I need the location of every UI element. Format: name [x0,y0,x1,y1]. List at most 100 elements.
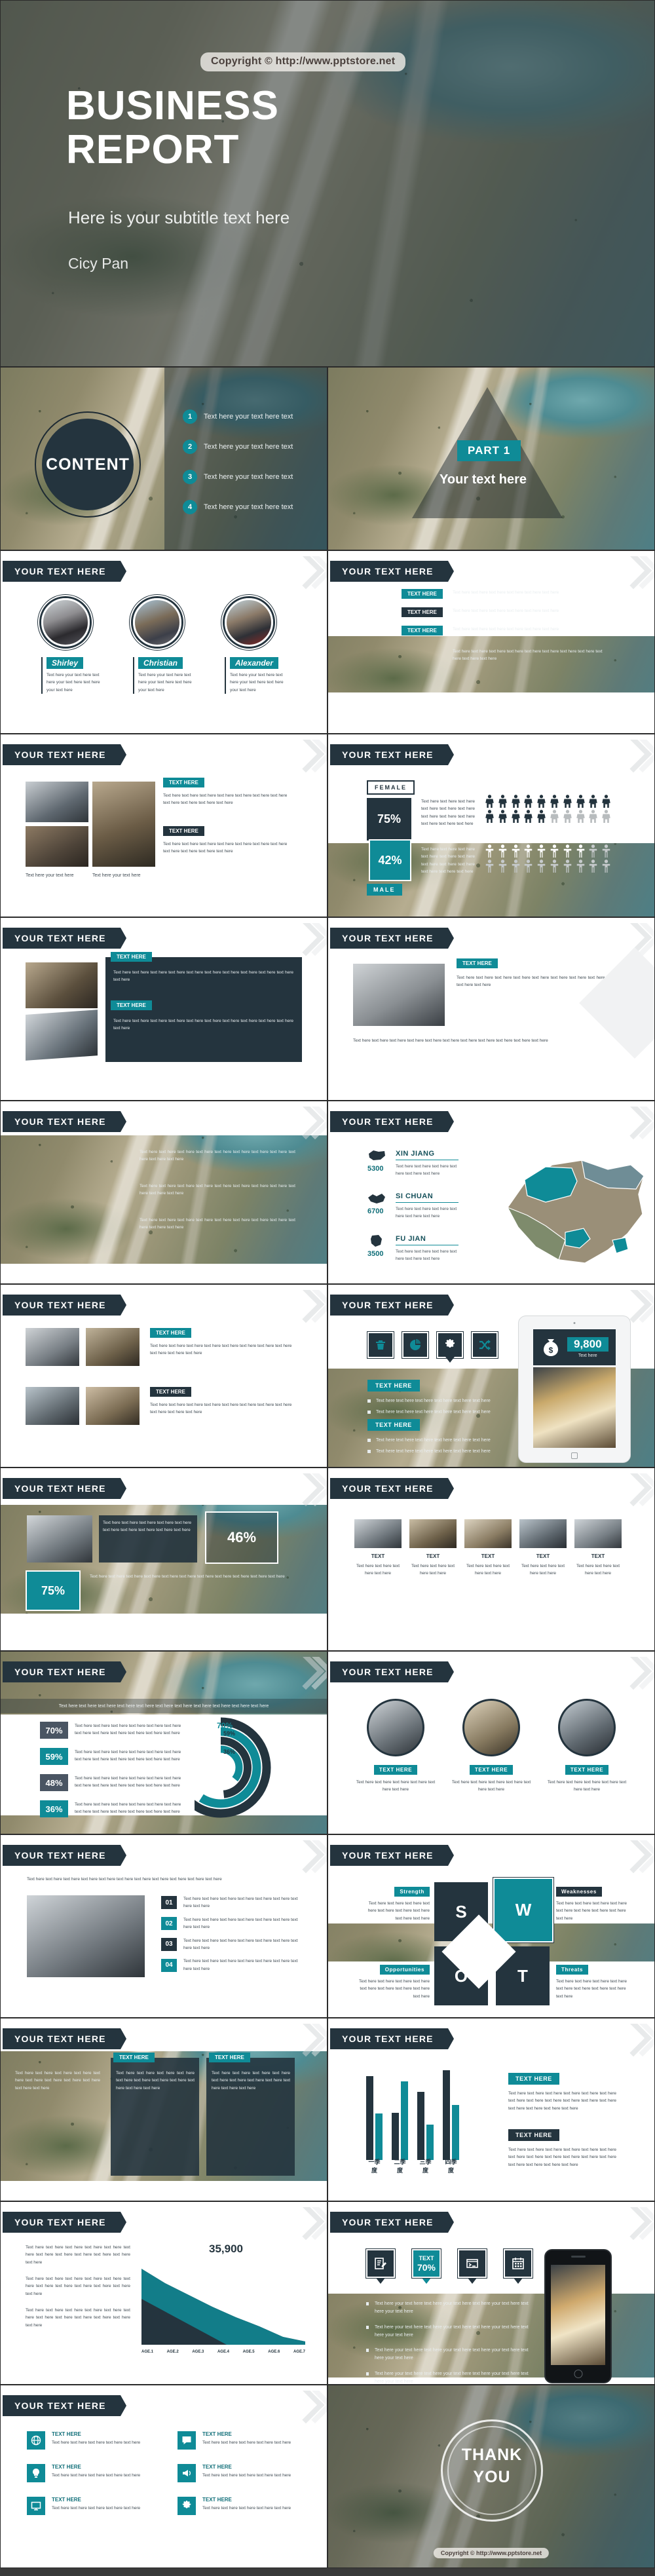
icon-item-5[interactable]: TEXT HERE Text here text here text here t… [27,2497,158,2515]
step-item-4[interactable]: 04 Text here text here text here text he… [161,1958,298,1973]
step-desc: Text here text here text here text here … [183,1917,298,1930]
china-map[interactable] [467,1142,654,1273]
money-caption: Text here [578,1353,597,1358]
content-item-number: 2 [183,440,197,454]
x-tick-label: 一季度 [368,2159,381,2174]
bar-group-q4 [443,2070,459,2160]
column-chip-1[interactable]: TEXT HERE [113,2053,155,2062]
team-member-3[interactable]: Alexander Text here your text here text … [225,598,290,694]
region-row-3[interactable]: 3500 [367,1234,386,1258]
card-4[interactable]: TEXT Text here text here text here text … [519,1519,567,1578]
panel-chip-2[interactable]: TEXT HERE [111,1000,152,1010]
circle-item-3[interactable]: TEXT HERE Text here text here text here … [547,1699,627,1794]
photo-cell-3[interactable] [26,1387,79,1425]
bar-group-q1 [366,2076,383,2160]
gear-icon-button[interactable] [436,1331,464,1363]
photo-thumb-2[interactable] [26,826,88,867]
slide-photo-grid: YOUR TEXT HERE TEXT HERE Text here text … [0,734,328,917]
four-photo-chip-2[interactable]: TEXT HERE [150,1387,191,1397]
panel-chip-1[interactable]: TEXT HERE [111,952,152,962]
steps-photo[interactable] [27,1895,145,1977]
icon-item-4[interactable]: TEXT HERE Text here text here text here t… [178,2464,309,2482]
swot-quadrant-w[interactable]: W [493,1878,553,1942]
icon-item-3[interactable]: TEXT HERE Text here text here text here t… [27,2464,158,2482]
circle-item-2[interactable]: TEXT HERE Text here text here text here … [451,1699,531,1794]
photo-thumb-skew[interactable] [26,1010,98,1061]
photo-grid-chip-2[interactable]: TEXT HERE [163,826,204,836]
step-desc: Text here text here text here text here … [183,1938,298,1950]
icon-item-1[interactable]: TEXT HERE Text here text here text here t… [27,2431,158,2450]
percent-badge-button[interactable]: TEXT 70% [411,2248,441,2284]
x-tick-label: AGE.6 [268,2350,280,2354]
slide-tag: YOUR TEXT HERE [3,744,126,765]
slide-tag: YOUR TEXT HERE [3,2028,126,2049]
content-item-4[interactable]: 4 Text here your text here text [183,500,293,514]
tablet-section-head-1[interactable]: TEXT HERE [367,1380,420,1392]
content-circle-label: CONTENT [42,419,134,510]
icon-item-6[interactable]: TEXT HERE Text here text here text here t… [178,2497,309,2515]
photo-cell-1[interactable] [26,1328,79,1366]
pct-chip-2: 59% [40,1748,68,1765]
chevron-decoration [289,1290,327,1328]
svg-text:$: $ [549,1346,553,1355]
band-text-strip: Text here text here text here text here … [1,1699,327,1713]
ppt-template-preview-sheet: Copyright © http://www.pptstore.net BUSI… [0,0,655,2568]
team-member-1[interactable]: Shirley Text here your text here text he… [41,598,107,694]
circle-item-1[interactable]: TEXT HERE Text here text here text here … [356,1699,436,1794]
tablet-bullet: Text here text here text here text here … [376,1438,491,1443]
edit-document-icon-button[interactable] [365,2248,396,2284]
chevron-decoration [616,1657,654,1695]
slide-tag: YOUR TEXT HERE [330,744,454,765]
diagram-chip-1[interactable]: TEXT HERE [402,589,443,599]
pie-chart-icon-button[interactable] [402,1331,429,1359]
photo-thumb-3[interactable] [92,782,155,867]
laptop-chip[interactable]: TEXT HERE [457,958,498,968]
tablet-section-head-2[interactable]: TEXT HERE [367,1419,420,1431]
avatar [225,598,273,647]
card-1[interactable]: TEXT Text here text here text here text … [354,1519,402,1578]
area-left-desc-3: Text here text here text here text here … [26,2308,130,2328]
card-2[interactable]: TEXT Text here text here text here text … [409,1519,457,1578]
step-item-2[interactable]: 02 Text here text here text here text he… [161,1916,298,1931]
photo-cell-4[interactable] [86,1387,140,1425]
tablet-device[interactable]: $ 9,800 Text here [518,1316,631,1463]
slide-diagram-boxes: YOUR TEXT HERE TEXT HERE TEXT HERE TEXT … [328,550,655,734]
step-item-1[interactable]: 01 Text here text here text here text he… [161,1895,298,1910]
laptop-photo[interactable] [353,964,445,1026]
bullet-marker [366,2372,369,2376]
content-item-3[interactable]: 3 Text here your text here text [183,470,293,484]
terminal-icon-button[interactable] [457,2248,487,2284]
content-item-1[interactable]: 1 Text here your text here text [183,409,293,424]
team-member-2[interactable]: Christian Text here your text here text … [133,598,198,694]
photo-grid-chip-1[interactable]: TEXT HERE [163,778,204,787]
card-thumb [519,1519,567,1548]
phone-home-button[interactable] [574,2370,582,2378]
thankyou-line2: YOU [473,2468,511,2486]
diagram-chip-2[interactable]: TEXT HERE [402,607,443,617]
step-item-3[interactable]: 03 Text here text here text here text he… [161,1937,298,1952]
column-chip-2[interactable]: TEXT HERE [209,2053,250,2062]
region-row-1[interactable]: 5300 [367,1148,386,1173]
percent-photo[interactable] [27,1515,92,1563]
diagram-chip-3[interactable]: TEXT HERE [402,626,443,635]
pct-desc-1: Text here text here text here text here … [75,1724,181,1736]
x-tick-label: AGE.5 [242,2350,255,2354]
four-photo-chip-1[interactable]: TEXT HERE [150,1328,191,1338]
icon-item-2[interactable]: TEXT HERE Text here text here text here t… [178,2431,309,2450]
tablet-home-button[interactable] [571,1452,578,1459]
card-5[interactable]: TEXT Text here text here text here text … [574,1519,622,1578]
shuffle-icon-button[interactable] [471,1331,498,1359]
phone-device[interactable] [544,2249,612,2383]
female-label: FEMALE [367,780,415,795]
card-desc: Text here text here text here text here [466,1564,510,1576]
swot-desc-w: Text here text here text here text here … [556,1901,627,1921]
content-item-2[interactable]: 2 Text here your text here text [183,440,293,454]
card-3[interactable]: TEXT Text here text here text here text … [464,1519,512,1578]
photo-thumb-1[interactable] [26,782,88,822]
calendar-icon-button[interactable] [503,2248,533,2284]
region-row-2[interactable]: 6700 [367,1191,386,1215]
photo-cell-2[interactable] [86,1328,140,1366]
photo-thumb[interactable] [26,962,98,1008]
pct-desc-3: Text here text here text here text here … [75,1776,181,1789]
trash-icon-button[interactable] [367,1331,394,1359]
